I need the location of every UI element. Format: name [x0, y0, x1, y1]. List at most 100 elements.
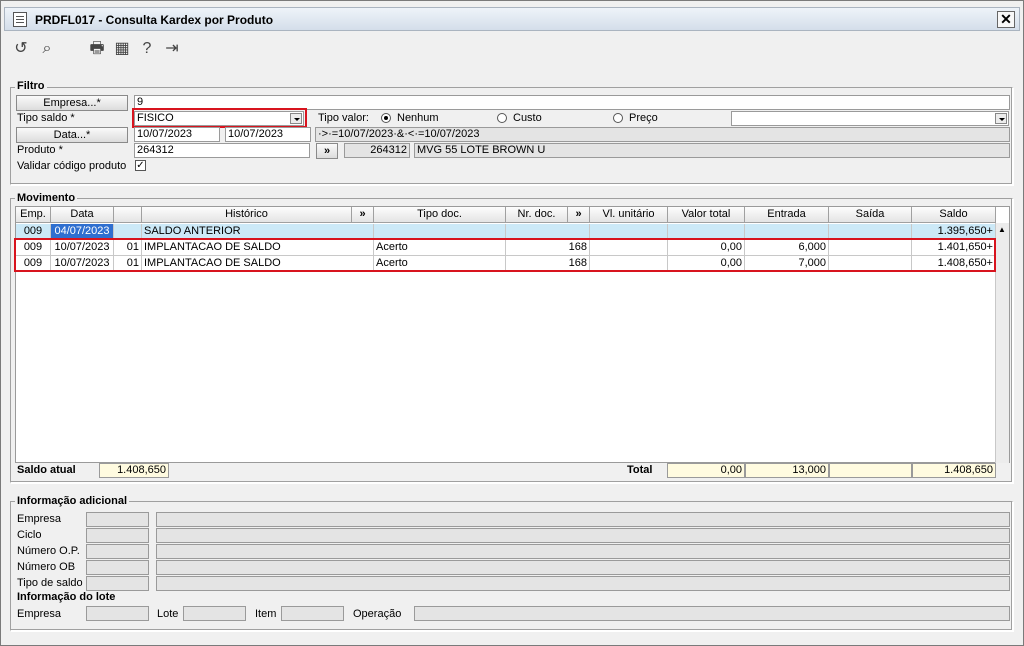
cell-vl-unit[interactable] — [590, 240, 668, 256]
info-label: Ciclo — [17, 529, 42, 541]
cell-emp[interactable]: 009 — [16, 224, 51, 240]
window-title: PRDFL017 - Consulta Kardex por Produto — [35, 13, 274, 27]
col-valor-total[interactable]: Valor total — [668, 207, 745, 223]
lote-field — [183, 606, 246, 621]
scroll-up-icon[interactable]: ▲ — [998, 225, 1006, 234]
cell-emp[interactable]: 009 — [16, 256, 51, 272]
cell-seq[interactable]: 01 — [114, 256, 142, 272]
radio-custo[interactable] — [497, 113, 507, 123]
lote-operacao-field — [414, 606, 1010, 621]
cell-saida[interactable] — [829, 256, 912, 272]
info-lote-title: Informação do lote — [15, 591, 118, 603]
cell-entrada[interactable]: 7,000 — [745, 256, 829, 272]
cell-emp[interactable]: 009 — [16, 240, 51, 256]
chevron-down-icon[interactable] — [995, 113, 1007, 124]
info-code-field — [86, 576, 149, 591]
radio-nenhum[interactable] — [381, 113, 391, 123]
info-adicional-title: Informação adicional — [15, 495, 130, 507]
movimento-table[interactable]: Emp. Data Histórico » Tipo doc. Nr. doc.… — [15, 206, 1010, 463]
produto-lookup-button[interactable]: » — [316, 143, 338, 159]
cell-data[interactable]: 10/07/2023 — [51, 240, 114, 256]
chevron-down-icon[interactable] — [290, 113, 302, 124]
empresa-field[interactable]: 9 — [134, 95, 1010, 110]
tipo-valor-select[interactable] — [731, 111, 1009, 126]
cell-saida[interactable] — [829, 224, 912, 240]
info-label: Número OB — [17, 561, 76, 573]
cell-nr-doc[interactable] — [506, 224, 590, 240]
tipo-saldo-value: FISICO — [137, 112, 174, 124]
radio-nenhum-label: Nenhum — [397, 112, 439, 124]
cell-entrada[interactable]: 6,000 — [745, 240, 829, 256]
cell-nr-doc[interactable]: 168 — [506, 240, 590, 256]
info-desc-field — [156, 512, 1010, 527]
produto-field[interactable]: 264312 — [134, 143, 310, 158]
col-data[interactable]: Data — [51, 207, 114, 223]
total-label: Total — [627, 464, 653, 476]
lote-item-label: Item — [255, 608, 277, 620]
col-nr-doc-expand[interactable]: » — [568, 207, 590, 223]
col-historico-expand[interactable]: » — [352, 207, 374, 223]
cell-historico[interactable]: IMPLANTACAO DE SALDO — [142, 256, 374, 272]
data-button[interactable]: Data...* — [16, 127, 128, 143]
col-tipo-doc[interactable]: Tipo doc. — [374, 207, 506, 223]
info-code-field — [86, 560, 149, 575]
print-icon[interactable]: 🖶 — [87, 39, 107, 59]
data-expression: ·>·=10/07/2023·&·<·=10/07/2023 — [315, 127, 1010, 142]
calendar-icon[interactable]: ▦ — [112, 39, 132, 59]
cell-entrada[interactable] — [745, 224, 829, 240]
data-to-field[interactable]: 10/07/2023 — [225, 127, 311, 142]
cell-historico[interactable]: IMPLANTACAO DE SALDO — [142, 240, 374, 256]
search-icon[interactable]: ⌕ — [37, 39, 57, 59]
close-button[interactable]: ✕ — [997, 11, 1015, 28]
tipo-saldo-label: Tipo saldo * — [17, 112, 75, 124]
title-bar: PRDFL017 - Consulta Kardex por Produto ✕ — [4, 7, 1020, 31]
cell-historico[interactable]: SALDO ANTERIOR — [142, 224, 374, 240]
lote-operacao-label: Operação — [353, 608, 402, 620]
tipo-saldo-select[interactable]: FISICO — [134, 111, 304, 126]
produto-description: MVG 55 LOTE BROWN U — [414, 143, 1010, 158]
movimento-title: Movimento — [15, 192, 78, 204]
cell-nr-doc[interactable]: 168 — [506, 256, 590, 272]
exit-icon[interactable]: ⇥ — [162, 39, 182, 59]
cell-saida[interactable] — [829, 240, 912, 256]
col-seq[interactable] — [114, 207, 142, 223]
info-desc-field — [156, 544, 1010, 559]
cell-data[interactable]: 10/07/2023 — [51, 256, 114, 272]
col-vl-unitario[interactable]: Vl. unitário — [590, 207, 668, 223]
cell-valor-total[interactable]: 0,00 — [668, 240, 745, 256]
cell-tipo-doc[interactable]: Acerto — [374, 240, 506, 256]
undo-icon[interactable]: ↺ — [11, 39, 31, 59]
col-saldo[interactable]: Saldo — [912, 207, 996, 223]
cell-saldo[interactable]: 1.408,650+ — [912, 256, 996, 272]
total-valor: 0,00 — [667, 463, 745, 478]
cell-valor-total[interactable] — [668, 224, 745, 240]
cell-vl-unit[interactable] — [590, 224, 668, 240]
empresa-button[interactable]: Empresa...* — [16, 95, 128, 111]
validar-label: Validar código produto — [17, 160, 127, 172]
col-entrada[interactable]: Entrada — [745, 207, 829, 223]
cell-saldo[interactable]: 1.401,650+ — [912, 240, 996, 256]
data-from-field[interactable]: 10/07/2023 — [134, 127, 220, 142]
col-emp[interactable]: Emp. — [16, 207, 51, 223]
cell-data[interactable]: 04/07/2023 — [51, 224, 114, 240]
info-code-field — [86, 528, 149, 543]
cell-seq[interactable]: 01 — [114, 240, 142, 256]
radio-custo-label: Custo — [513, 112, 542, 124]
info-label: Empresa — [17, 513, 62, 525]
cell-valor-total[interactable]: 0,00 — [668, 256, 745, 272]
validar-checkbox[interactable]: ✓ — [135, 160, 146, 171]
table-scrollbar[interactable]: ▲ — [995, 223, 1009, 463]
col-historico[interactable]: Histórico — [142, 207, 352, 223]
cell-saldo[interactable]: 1.395,650+ — [912, 224, 996, 240]
info-label: Número O.P. — [17, 545, 80, 557]
tipo-valor-label: Tipo valor: — [318, 112, 369, 124]
col-nr-doc[interactable]: Nr. doc. — [506, 207, 568, 223]
radio-preco[interactable] — [613, 113, 623, 123]
cell-vl-unit[interactable] — [590, 256, 668, 272]
col-saida[interactable]: Saída — [829, 207, 912, 223]
cell-tipo-doc[interactable] — [374, 224, 506, 240]
cell-seq[interactable] — [114, 224, 142, 240]
produto-label: Produto * — [17, 144, 63, 156]
help-icon[interactable]: ? — [137, 39, 157, 59]
cell-tipo-doc[interactable]: Acerto — [374, 256, 506, 272]
